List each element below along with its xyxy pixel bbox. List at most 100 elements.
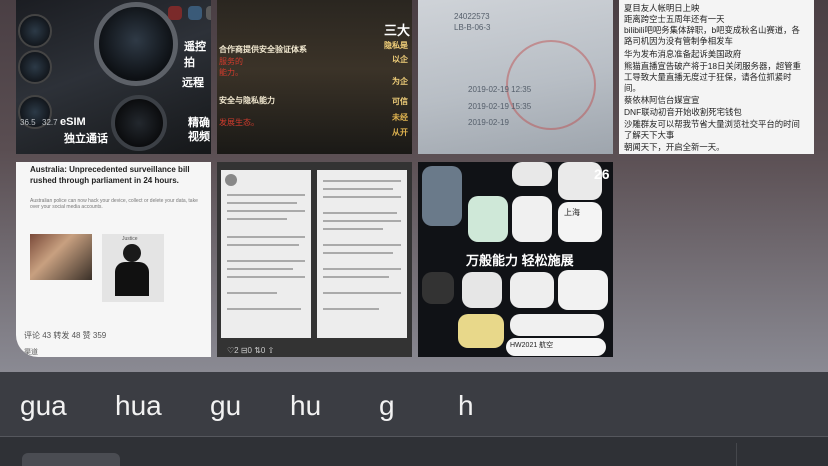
post-stats: 评论 43 转发 48 赞 359 [24,331,107,340]
feature-label: eSIM [60,116,86,128]
post-stats: ♡2 ⊟0 ⇅0 ⇧ [227,346,275,355]
person-silhouette-icon [123,244,141,262]
widget-photo [422,166,462,226]
document-text: LB-B-06-3 [454,23,491,32]
feature-label: 遥控拍 [184,41,206,69]
candidate-hua[interactable]: hua [115,390,162,422]
text-placeholder [227,268,293,270]
slide-subtext: 隐私是 [384,41,408,50]
watch-face-icon [18,14,52,48]
text-placeholder [323,180,401,182]
note-line: 了解天下大事 [624,130,675,140]
text-placeholder [323,220,401,222]
dial-readout: 36.5 [20,118,36,127]
note-line: 华为发布消息准备起诉美国政府 [624,49,742,59]
gallery-thumbnail-text-note[interactable]: 夏目友人帐明日上映 距离跨空士五周年还有一天 bilibili吧吧务集体辞职，b… [619,0,814,154]
news-photo: Justice [102,234,164,302]
person-silhouette-icon [115,262,149,296]
slide-title: 三大 [383,23,410,38]
feature-label: 精确 [188,117,210,129]
candidate-h[interactable]: h [458,390,474,422]
widget-toggle [512,162,552,186]
slide-text: 发展生态。 [219,118,259,127]
widget-apps [462,272,502,308]
text-placeholder [227,308,301,310]
text-placeholder [323,268,401,270]
post-author: 渠道 [24,349,38,356]
slide-subtext: 从开 [392,128,408,137]
post-card [317,170,407,338]
keyboard-key[interactable] [22,453,120,466]
text-placeholder [227,202,297,204]
gallery-thumbnail-widgets[interactable]: 上海 26 万般能力 轻松施展 HW2021 航空 [418,162,613,357]
post-subline: Australian police can now hack your devi… [30,198,198,210]
gallery-thumbnail-news-post[interactable]: Australia: Unprecedented surveillance bi… [16,162,211,357]
widget-grid [558,270,608,310]
text-placeholder [227,210,305,212]
text-placeholder [323,276,389,278]
smartwatch-icon [94,2,178,86]
document-text: 2019-02-19 15:35 [468,102,532,111]
flight-info: HW2021 航空 [510,342,554,349]
text-placeholder [227,244,299,246]
post-headline: Australia: Unprecedented surveillance bi… [30,165,190,185]
document-text: 2019-02-19 12:35 [468,85,532,94]
gallery-thumbnail-watch[interactable]: 36.5 32.7 遥控拍 远程 eSIM 独立通话 视频 精确 [16,0,211,154]
candidate-hu[interactable]: hu [290,390,321,422]
photo-caption: Justice [122,236,138,242]
candidate-g[interactable]: g [379,390,395,422]
app-icon [168,6,182,20]
weather-city: 上海 [564,208,580,217]
gallery-thumbnail-security-slide[interactable]: 合作商提供安全验证体系 服务的 能力。 安全与隐私能力 发展生态。 三大 隐私是… [217,0,412,154]
promo-headline: 万般能力 轻松施展 [466,253,574,268]
document-text: 24022573 [454,12,490,21]
post-card [221,170,311,338]
note-line: bilibili吧吧务集体辞职，b吧变成秋名山赛道，各 [624,25,800,35]
note-line: 沙雕群友可以帮我节省大量浏览社交平台的时间 [624,119,800,129]
widget-contact [468,196,508,242]
app-icon [206,6,211,20]
text-placeholder [323,196,401,198]
slide-subtext: 以企 [392,55,408,64]
widget-note [458,314,504,348]
text-placeholder [323,228,383,230]
news-photo [30,234,92,280]
slide-text: 能力。 [219,68,243,77]
text-placeholder [323,212,397,214]
text-placeholder [227,260,305,262]
note-line: 蔡依林阿信台媒宣宣 [624,95,700,105]
pinyin-candidate-bar: gua hua gu hu g h [0,372,828,436]
text-placeholder [323,244,401,246]
weather-temperature: 26 [594,166,610,182]
keyboard-key-row [0,437,828,466]
gallery-thumbnail-document-photo[interactable]: 24022573 LB-B-06-3 2019-02-19 12:35 2019… [418,0,613,154]
gallery-thumbnail-social-post[interactable]: ♡2 ⊟0 ⇅0 ⇧ [217,162,412,357]
note-line: 熊猫直播宣告破产将于18日关闭服务器，超管重 [624,61,801,71]
slide-subtext: 可信 [392,97,408,106]
text-placeholder [323,308,379,310]
feature-label: 远程 [182,77,204,89]
document-text: 2019-02-19 [468,118,509,127]
text-placeholder [227,194,305,196]
avatar [225,174,237,186]
text-placeholder [227,236,305,238]
text-placeholder [227,292,277,294]
note-line: 朝闻天下，开启全新一天。 [624,142,725,152]
watch-face-icon [18,50,52,84]
note-line: 路司机因为没有管制争相发车 [624,36,733,46]
candidate-gu[interactable]: gu [210,390,241,422]
text-placeholder [323,252,393,254]
note-line: 夏目友人帐明日上映 [624,3,700,13]
widget-clock [512,196,552,242]
app-icon [188,6,202,20]
slide-text: 安全与隐私能力 [219,96,275,105]
dial-readout: 32.7 [42,118,58,127]
smartwatch-icon [111,95,167,151]
text-placeholder [323,188,393,190]
slide-subtext: 未经 [392,113,408,122]
candidate-gua[interactable]: gua [20,390,67,422]
note-line: DNF联动初音开始收割死宅钱包 [624,107,742,117]
note-line: 间。 [624,83,641,93]
widget-shortcuts [510,272,554,308]
text-placeholder [227,276,305,278]
